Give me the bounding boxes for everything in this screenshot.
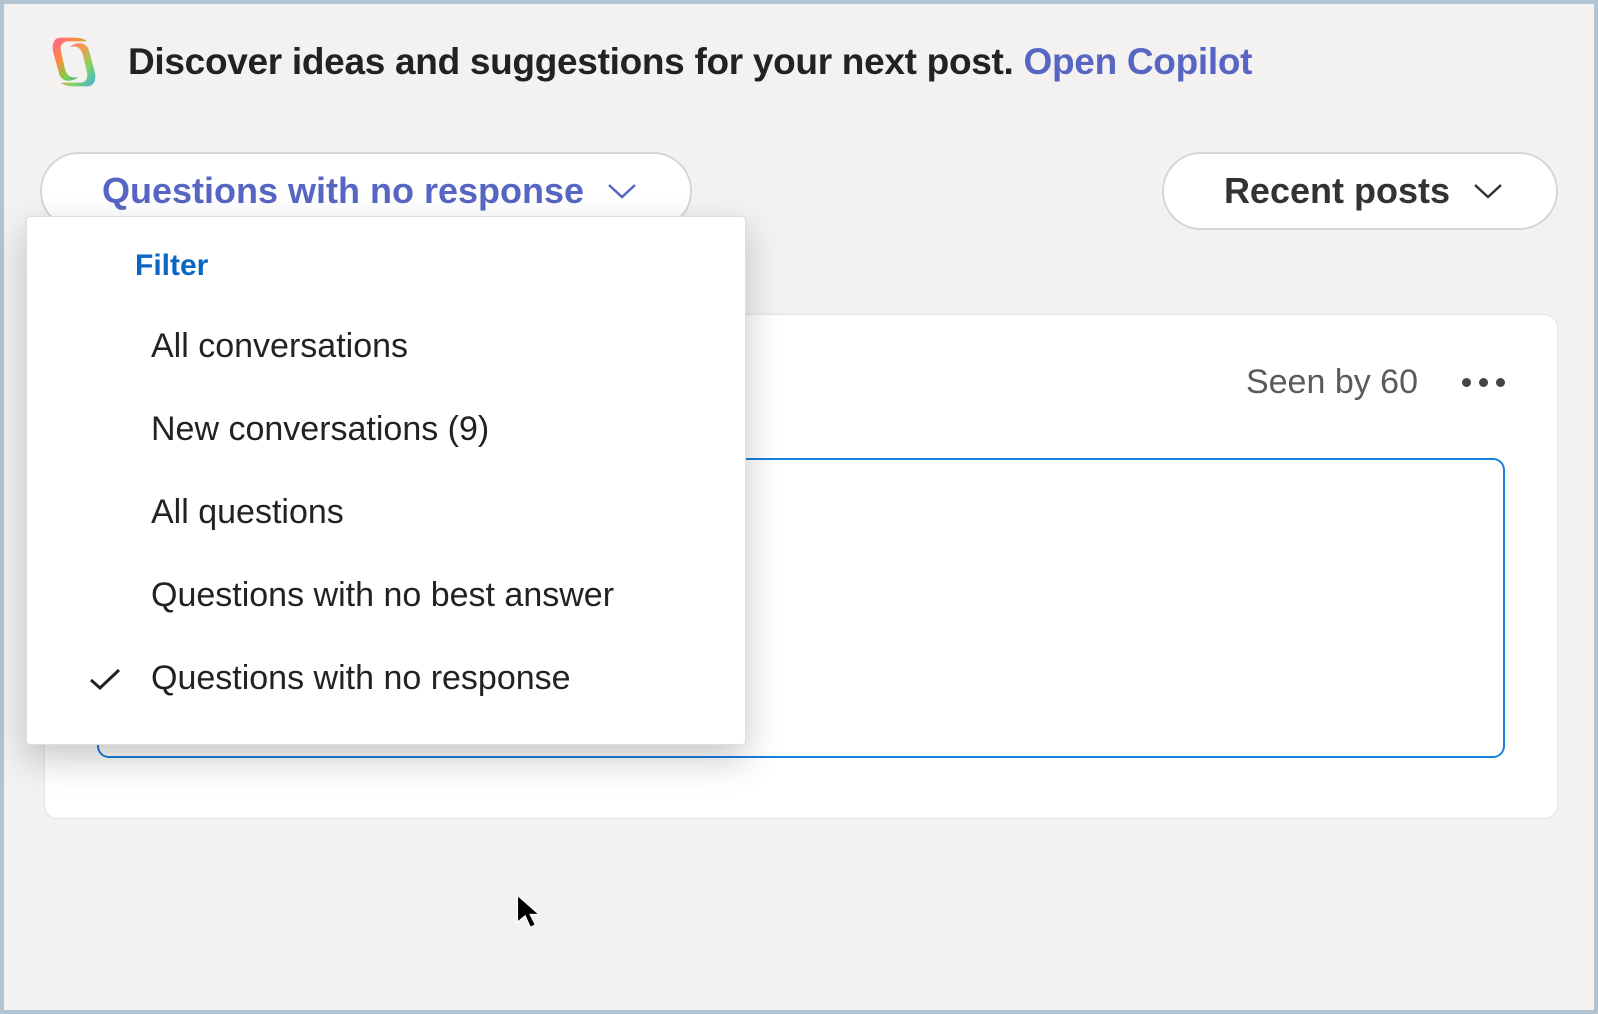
toolbar: Questions with no response Recent posts … xyxy=(4,116,1594,230)
dropdown-item-label: All questions xyxy=(151,493,344,532)
filter-option-no-best-answer[interactable]: Questions with no best answer xyxy=(27,554,745,637)
mouse-cursor-icon xyxy=(516,894,542,930)
checkmark-icon xyxy=(88,666,122,692)
banner-message: Discover ideas and suggestions for your … xyxy=(128,41,1014,82)
filter-dropdown-menu: Filter All conversations New conversatio… xyxy=(26,216,746,745)
chevron-down-icon xyxy=(606,181,638,201)
filter-option-all-conversations[interactable]: All conversations xyxy=(27,305,745,388)
chevron-down-icon xyxy=(1472,181,1504,201)
dropdown-item-label: All conversations xyxy=(151,327,408,366)
seen-by-count: Seen by 60 xyxy=(1246,363,1418,402)
filter-option-all-questions[interactable]: All questions xyxy=(27,471,745,554)
check-slot xyxy=(85,497,125,529)
banner-text: Discover ideas and suggestions for your … xyxy=(128,41,1252,83)
check-slot xyxy=(85,663,125,695)
check-slot xyxy=(85,331,125,363)
dropdown-item-label: Questions with no response xyxy=(151,659,571,698)
sort-dropdown-label: Recent posts xyxy=(1224,170,1450,212)
sort-dropdown-button[interactable]: Recent posts xyxy=(1162,152,1558,230)
more-options-button[interactable] xyxy=(1462,378,1505,387)
filter-option-no-response[interactable]: Questions with no response xyxy=(27,637,745,720)
dropdown-header: Filter xyxy=(27,245,745,305)
open-copilot-link[interactable]: Open Copilot xyxy=(1024,41,1253,82)
filter-dropdown-label: Questions with no response xyxy=(102,170,584,212)
dropdown-item-label: New conversations (9) xyxy=(151,410,489,449)
copilot-logo-icon xyxy=(44,32,104,92)
filter-option-new-conversations[interactable]: New conversations (9) xyxy=(27,388,745,471)
check-slot xyxy=(85,414,125,446)
check-slot xyxy=(85,580,125,612)
copilot-banner: Discover ideas and suggestions for your … xyxy=(4,4,1594,116)
dropdown-item-label: Questions with no best answer xyxy=(151,576,614,615)
